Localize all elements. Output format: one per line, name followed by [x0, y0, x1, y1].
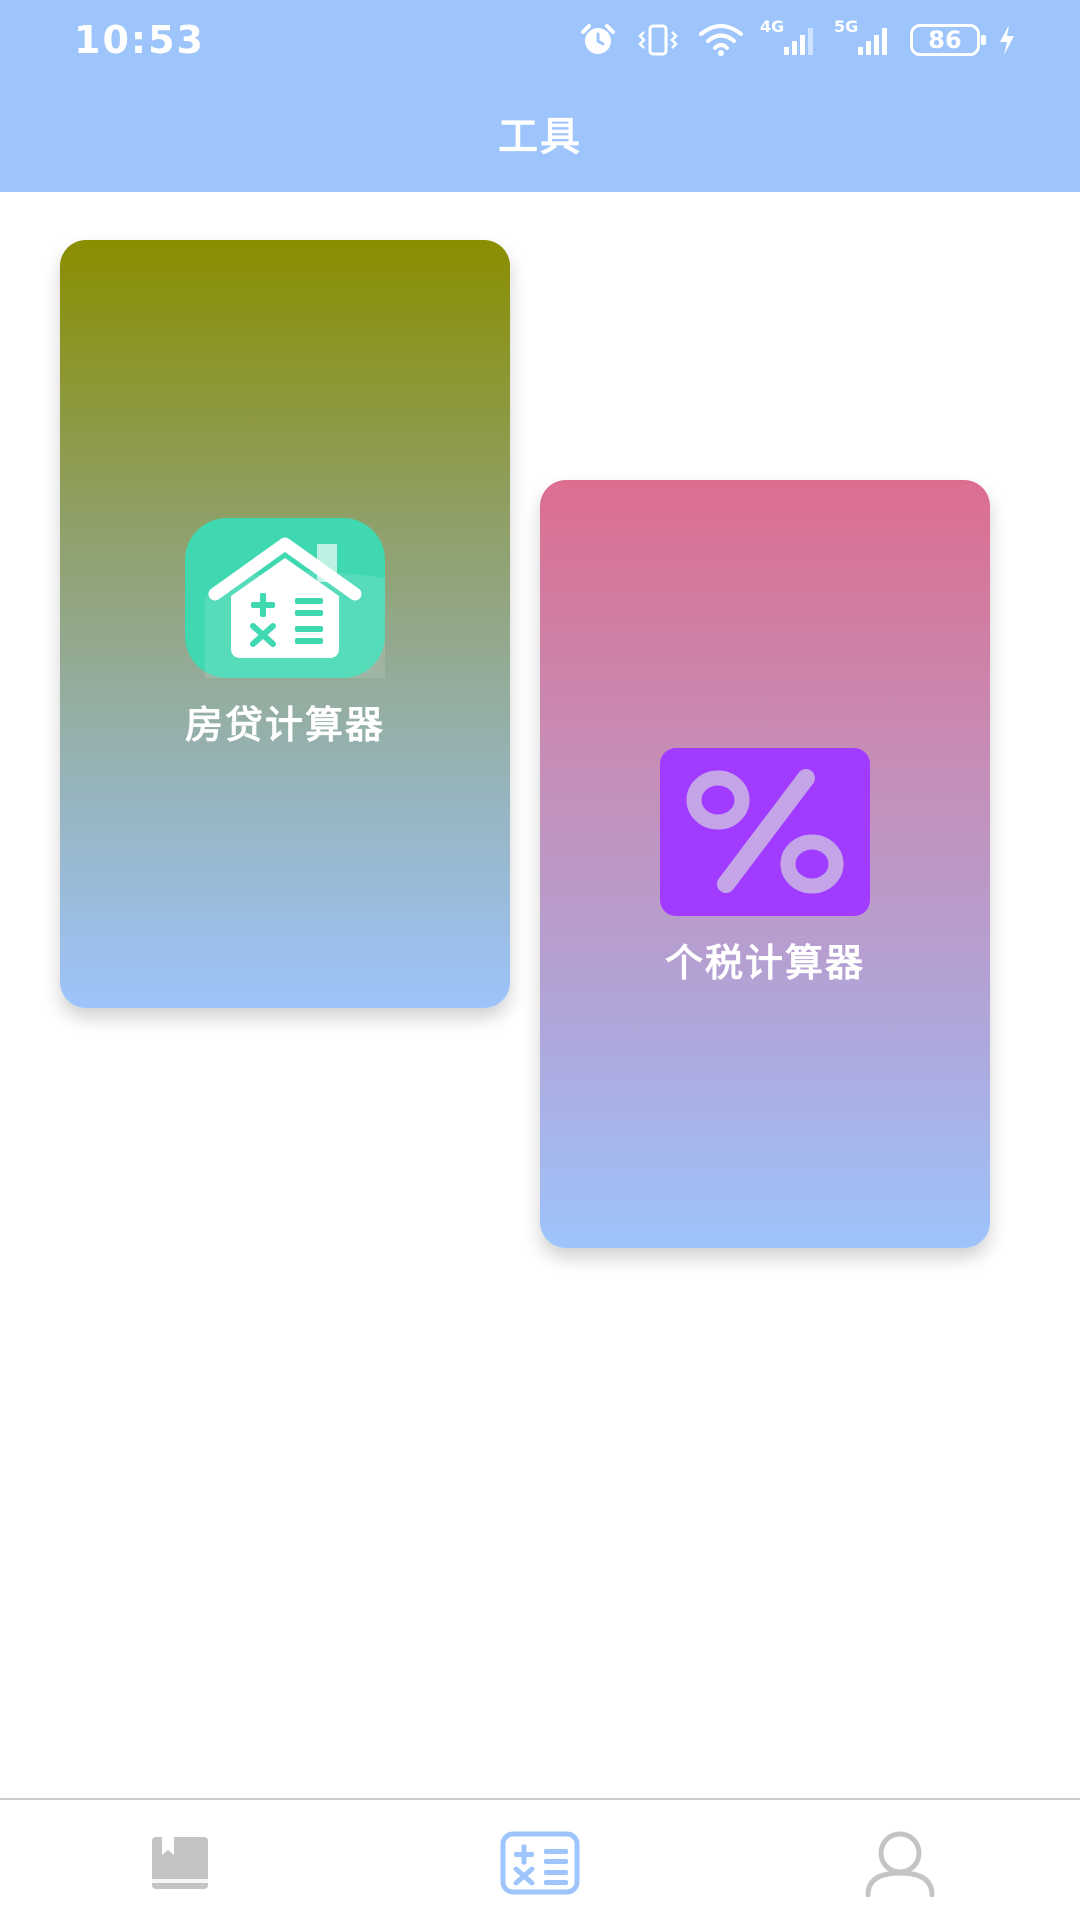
battery-level: 86 — [928, 26, 962, 54]
nav-item-book[interactable] — [135, 1830, 225, 1900]
calculator-icon — [500, 1831, 580, 1899]
nav-item-profile[interactable] — [855, 1830, 945, 1900]
mortgage-calculator-card[interactable]: 房贷计算器 — [60, 240, 510, 1008]
charging-icon — [998, 24, 1016, 56]
bottom-navigation — [0, 1798, 1080, 1922]
income-tax-calculator-card[interactable]: 个税计算器 — [540, 480, 990, 1248]
mortgage-calculator-label: 房贷计算器 — [184, 703, 385, 747]
book-icon — [148, 1833, 212, 1897]
nav-item-calculator[interactable] — [495, 1830, 585, 1900]
user-icon — [863, 1829, 937, 1901]
alarm-icon — [578, 22, 618, 58]
percent-icon — [660, 748, 870, 920]
status-icons: 4G 5G 86 — [578, 17, 1016, 60]
signal-5g-icon: 5G — [834, 17, 892, 57]
network-4g-label: 4G — [760, 17, 785, 36]
page-title: 工具 — [498, 114, 582, 160]
top-header: 10:53 4G 5G 86 工具 — [0, 0, 1080, 192]
house-calculator-icon — [185, 518, 385, 682]
status-time: 10:53 — [74, 18, 205, 62]
battery-icon: 86 — [910, 24, 986, 56]
network-5g-label: 5G — [834, 17, 859, 36]
vibrate-icon — [636, 22, 680, 58]
income-tax-calculator-label: 个税计算器 — [664, 941, 865, 985]
wifi-icon — [698, 23, 744, 57]
signal-4g-icon: 4G — [760, 17, 818, 57]
